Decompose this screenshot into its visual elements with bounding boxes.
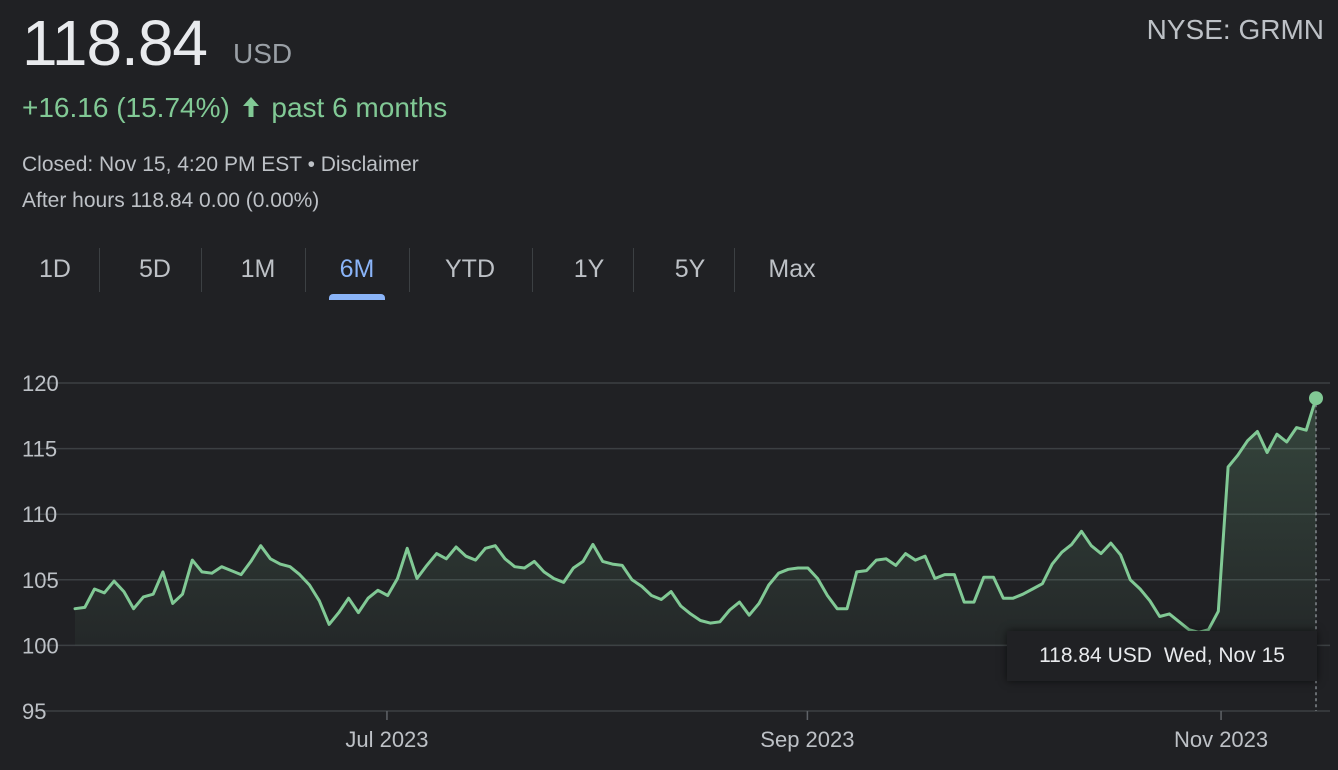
y-tick-label: 110 [22,502,57,527]
tab-divider [99,248,100,292]
y-tick-label: 105 [22,568,59,593]
price-change: +16.16 (15.74%) past 6 months [22,92,447,126]
x-tick-label: Nov 2023 [1174,727,1268,752]
arrow-up-icon [240,94,262,126]
y-tick-label: 115 [22,437,57,462]
tab-1m[interactable]: 1M [223,246,293,292]
y-tick-label: 120 [22,371,59,396]
tab-divider [734,248,735,292]
market-closed-status[interactable]: Closed: Nov 15, 4:20 PM EST • Disclaimer [22,153,419,177]
x-tick-label: Sep 2023 [760,727,854,752]
tab-max[interactable]: Max [756,246,828,292]
tab-5y[interactable]: 5Y [655,246,725,292]
x-axis-labels: Jul 2023 Sep 2023 Nov 2023 [345,727,1268,752]
ticker-symbol: NYSE: GRMN [1146,14,1324,45]
tooltip-value: 118.84 USD [1039,644,1152,667]
tab-5d[interactable]: 5D [120,246,190,292]
price-chart[interactable]: 120 115 110 105 100 95 Jul 2023 Sep 2023 Nov 20… [0,340,1338,770]
tab-divider [201,248,202,292]
tab-divider [633,248,634,292]
tab-1d[interactable]: 1D [20,246,90,292]
tab-6m[interactable]: 6M [329,246,385,300]
price-area-fill [75,398,1316,646]
active-tab-indicator [329,294,385,300]
change-period: past 6 months [271,92,448,123]
price-area [75,398,1316,646]
x-tick-label: Jul 2023 [345,727,428,752]
current-price-dot [1309,391,1323,406]
currency-label: USD [233,38,293,69]
tooltip-date: Wed, Nov 15 [1163,644,1285,667]
y-tick-label: 95 [22,699,46,724]
tab-1y[interactable]: 1Y [554,246,624,292]
tab-divider [305,248,306,292]
tab-divider [532,248,533,292]
after-hours-price: After hours 118.84 0.00 (0.00%) [22,189,320,212]
price-tooltip: 118.84 USD Wed, Nov 15 [1007,631,1317,681]
tab-ytd[interactable]: YTD [430,246,510,292]
change-amount: +16.16 (15.74%) [22,92,230,123]
stock-price: 118.84 [22,7,208,79]
y-tick-label: 100 [22,633,59,658]
y-axis-labels: 120 115 110 105 100 95 [22,371,59,724]
tab-divider [409,248,410,292]
